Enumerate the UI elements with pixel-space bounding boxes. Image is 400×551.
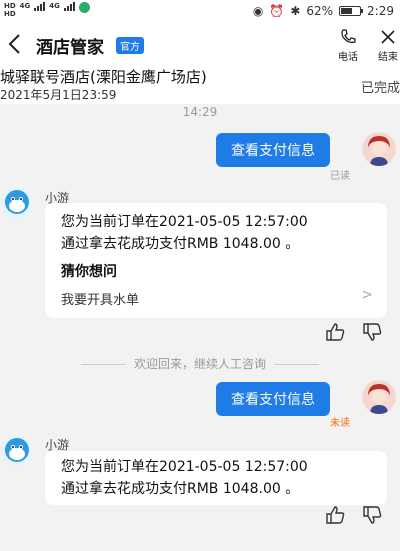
mascot-icon [0, 434, 34, 468]
battery-percent: 62% [306, 4, 334, 18]
end-label: 结束 [378, 52, 398, 63]
bot-message-line: 您为当前订单在2021-05-05 12:57:00 [61, 459, 308, 475]
chat-timestamp: 14:29 [182, 105, 218, 119]
mascot-icon [0, 186, 34, 220]
bot-message-card: 您为当前订单在2021-05-05 12:57:00 通过拿去花成功支付RMB … [45, 203, 387, 318]
status-right: ◉ ⏰ ✱ 62% 2:29 [253, 4, 394, 18]
user-avatar[interactable] [362, 132, 396, 166]
signal-bars-1-icon [34, 2, 46, 11]
phone-button[interactable]: 电话 [333, 28, 363, 63]
back-arrow-icon [8, 34, 20, 54]
bot-message-text: 您为当前订单在2021-05-05 12:57:00 通过拿去花成功支付RMB … [61, 456, 308, 500]
wechat-pay-icon [78, 2, 90, 13]
phone-label: 电话 [338, 52, 358, 63]
thumbs-down-button[interactable] [361, 504, 383, 526]
thumbs-up-icon [326, 506, 345, 524]
suggestions-title: 猜你想问 [61, 264, 117, 280]
alarm-icon: ⏰ [269, 4, 285, 18]
user-avatar-icon [362, 132, 396, 166]
status-bar: HD HD 4G 4G ◉ ⏰ ✱ 62% 2:29 [0, 0, 400, 22]
bot-message-card: 您为当前订单在2021-05-05 12:57:00 通过拿去花成功支付RMB … [45, 451, 387, 505]
back-button[interactable] [6, 32, 26, 56]
battery-icon [339, 6, 364, 16]
chat-header: 酒店管家 官方 电话 结束 [0, 22, 400, 66]
sim-indicators: HD HD [4, 2, 16, 18]
chevron-right-icon[interactable]: > [361, 287, 373, 303]
thumbs-down-icon [363, 506, 382, 524]
bot-message-line: 通过拿去花成功支付RMB 1048.00 。 [61, 236, 300, 252]
bot-message-text: 您为当前订单在2021-05-05 12:57:00 通过拿去花成功支付RMB … [61, 211, 308, 255]
user-avatar[interactable] [362, 380, 396, 414]
signal-indicators: HD HD 4G 4G [4, 2, 90, 18]
order-status: 已完成 [360, 81, 400, 96]
order-time: 2021年5月1日23:59 [0, 88, 117, 102]
suggestion-item[interactable]: 我要开具水单 [61, 289, 139, 308]
sim2-label: HD [4, 10, 16, 18]
network-type-2: 4G [49, 2, 60, 10]
close-icon [381, 30, 395, 44]
sim1-label: HD [4, 2, 16, 10]
thumbs-down-button[interactable] [361, 321, 383, 343]
order-banner[interactable]: 城驿联号酒店(溧阳金鹰广场店) 2021年5月1日23:59 已完成 [0, 66, 400, 104]
network-type-1: 4G [19, 2, 31, 10]
end-chat-button[interactable]: 结束 [373, 28, 400, 63]
clock: 2:29 [367, 4, 394, 18]
thumbs-up-button[interactable] [324, 321, 346, 343]
unread-status: 未读 [330, 418, 350, 429]
phone-icon [341, 29, 356, 44]
eye-icon: ◉ [252, 4, 264, 18]
bluetooth-icon: ✱ [290, 4, 301, 18]
user-avatar-icon [362, 380, 396, 414]
system-message-text: 欢迎回来，继续人工咨询 [133, 357, 266, 371]
sent-message-bubble[interactable]: 查看支付信息 [216, 382, 330, 416]
sent-message-bubble[interactable]: 查看支付信息 [216, 133, 330, 167]
bot-message-line: 您为当前订单在2021-05-05 12:57:00 [61, 214, 308, 230]
thumbs-up-button[interactable] [324, 504, 346, 526]
thumbs-up-icon [326, 323, 345, 341]
hotel-name: 城驿联号酒店(溧阳金鹰广场店) [0, 68, 207, 86]
page-title: 酒店管家 [36, 38, 104, 58]
signal-bars-2-icon [63, 2, 75, 11]
system-message: 欢迎回来，继续人工咨询 [0, 355, 400, 372]
official-badge: 官方 [116, 37, 144, 54]
thumbs-down-icon [363, 323, 382, 341]
read-status: 已读 [330, 171, 350, 182]
bot-avatar [0, 186, 34, 220]
bot-avatar [0, 434, 34, 468]
bot-message-line: 通过拿去花成功支付RMB 1048.00 。 [61, 481, 300, 497]
